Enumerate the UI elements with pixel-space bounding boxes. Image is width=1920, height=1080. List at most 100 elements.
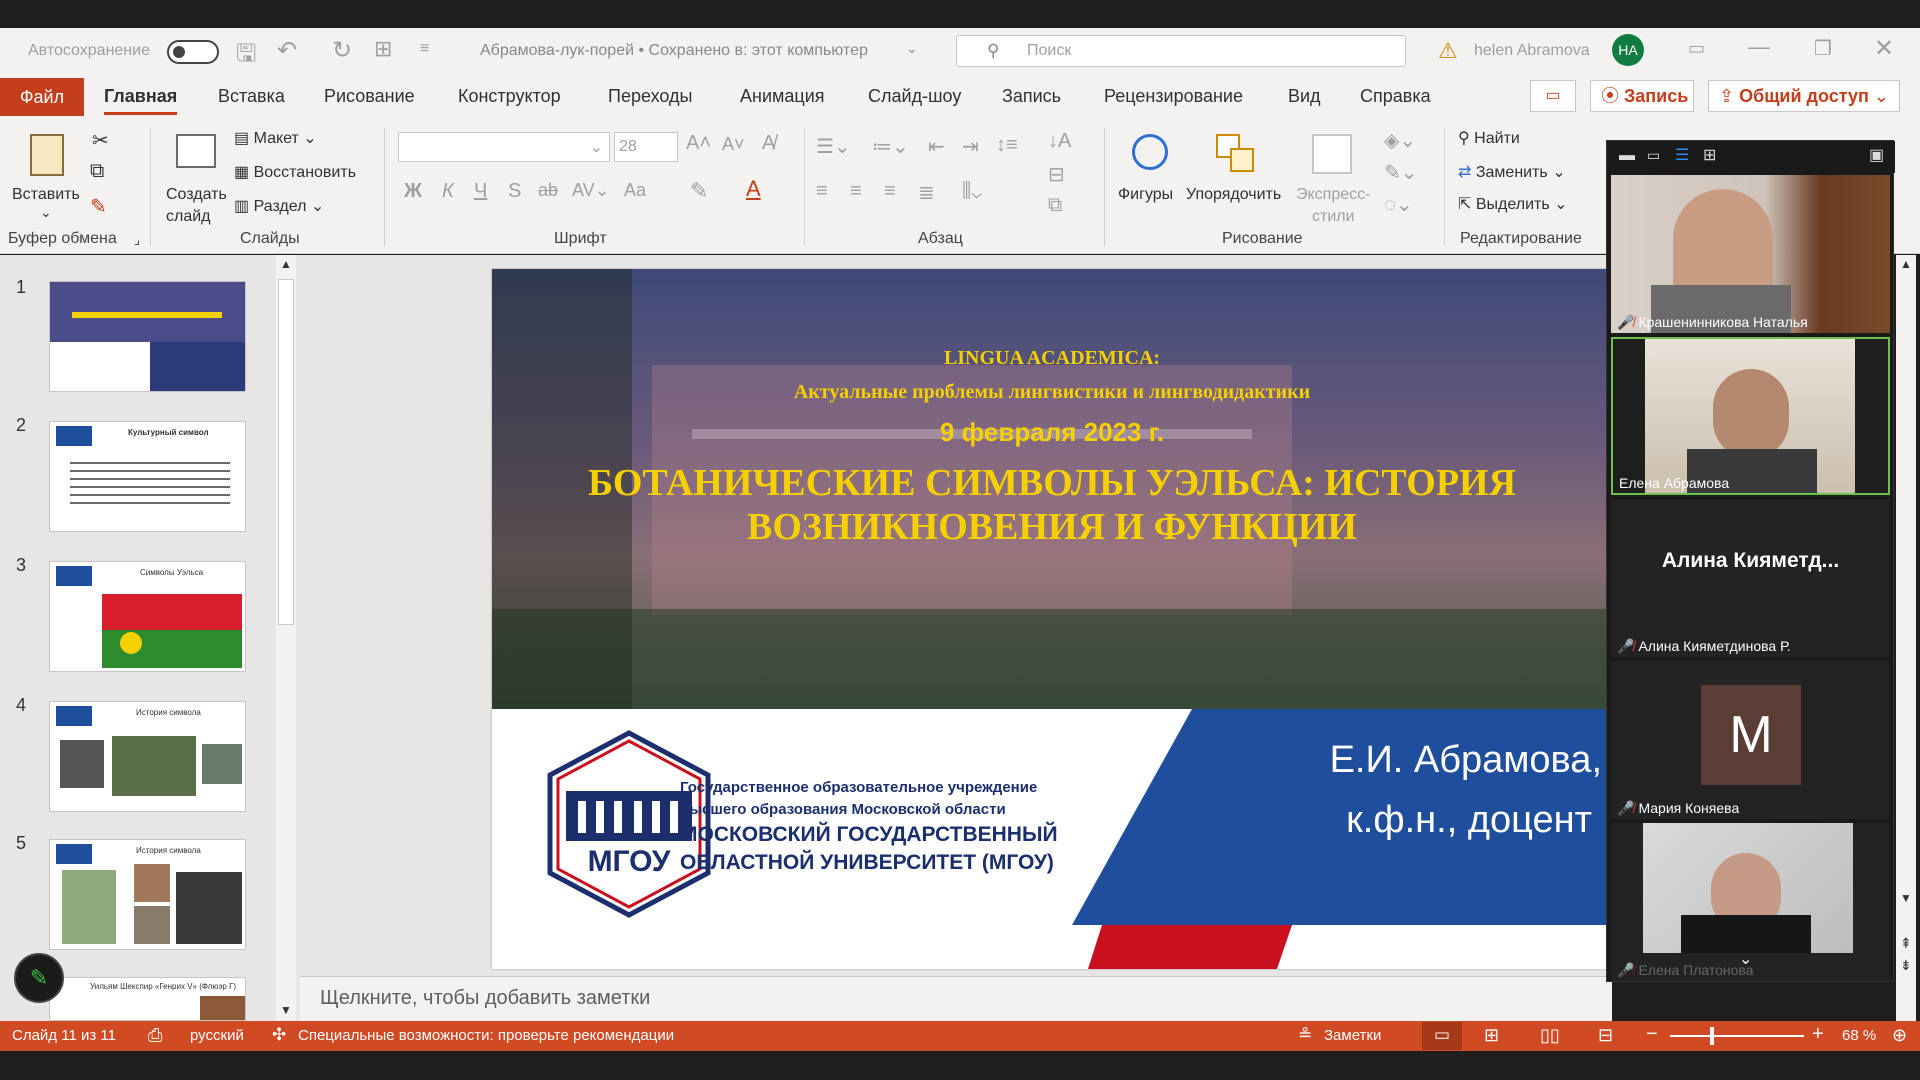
scroll-down-icon[interactable]: ▼ (1900, 891, 1912, 905)
shape-fill-icon[interactable]: ◈⌄ (1384, 128, 1416, 153)
smartart-icon[interactable]: ⧉ (1048, 194, 1062, 217)
align-text-icon[interactable]: ⊟ (1048, 162, 1065, 187)
autosave-toggle[interactable] (167, 40, 219, 64)
zoom-slider[interactable] (1670, 1027, 1804, 1045)
arrange-button[interactable]: Упорядочить (1186, 128, 1290, 224)
save-icon[interactable]: 🖫 (236, 36, 256, 77)
tab-design[interactable]: Конструктор (458, 86, 561, 107)
tab-slideshow[interactable]: Слайд-шоу (868, 86, 961, 107)
tab-file[interactable]: Файл (0, 78, 84, 116)
columns-icon[interactable]: ⫼⌄ (962, 180, 982, 203)
slide-thumbnail-5[interactable]: История символа (49, 839, 246, 950)
cut-icon[interactable]: ✂ (92, 128, 109, 153)
minimize-icon[interactable]: ▬ (1619, 147, 1635, 165)
align-center-icon[interactable]: ≡ (850, 180, 862, 203)
font-family-select[interactable]: ⌄ (398, 132, 610, 162)
restore-icon[interactable]: ❐ (1814, 36, 1832, 61)
change-case-button[interactable]: Aa (624, 180, 646, 201)
tab-help[interactable]: Справка (1360, 86, 1431, 107)
chevron-down-icon[interactable]: ⌄ (1739, 949, 1752, 969)
comments-button[interactable]: ▭ (1530, 80, 1576, 112)
slide-thumbnail-1[interactable] (49, 281, 246, 392)
accessibility-status[interactable]: Специальные возможности: проверьте реком… (298, 1027, 674, 1044)
speaker-view-icon[interactable]: ▭ (1647, 147, 1660, 164)
slide-thumbnail-4[interactable]: История символа (49, 701, 246, 812)
underline-button[interactable]: Ч (474, 180, 487, 203)
chevron-down-icon[interactable]: ⌄ (906, 40, 918, 57)
scroll-up-icon[interactable]: ▲ (1900, 257, 1912, 271)
strikethrough-icon[interactable]: ab (538, 180, 558, 201)
zoom-level[interactable]: 68 % (1842, 1027, 1876, 1044)
shadow-button[interactable]: S (508, 180, 521, 203)
bullets-icon[interactable]: ☰⌄ (816, 134, 851, 159)
next-slide-icon[interactable]: ⇟ (1900, 957, 1912, 974)
pen-tool-button[interactable]: ✎ (14, 953, 64, 1003)
participant-tile-4[interactable]: M 🎤̸ Мария Коняева (1611, 661, 1890, 819)
tab-review[interactable]: Рецензирование (1104, 86, 1243, 107)
user-name[interactable]: helen Abramova (1474, 42, 1590, 60)
font-color-icon[interactable]: A (746, 176, 761, 202)
fit-slide-icon[interactable]: ⊕ (1892, 1025, 1907, 1046)
tab-transitions[interactable]: Переходы (608, 86, 692, 107)
notes-icon[interactable]: ≗ (1298, 1025, 1312, 1045)
slide-thumbnail-6[interactable]: Уильям Шекспир «Генрих V» (Флюэр Г) (49, 977, 246, 1021)
new-slide-button[interactable]: Создать слайд (162, 128, 228, 225)
copy-icon[interactable]: ⧉ (90, 160, 104, 183)
justify-icon[interactable]: ≣ (918, 180, 935, 205)
spellcheck-icon[interactable]: ⎙ (148, 1025, 162, 1046)
close-icon[interactable]: ✕ (1874, 34, 1894, 63)
scroll-down-icon[interactable]: ▼ (280, 1003, 292, 1017)
language-indicator[interactable]: русский (190, 1027, 244, 1044)
thumbnails-scrollbar[interactable]: ▲ ▼ (276, 255, 296, 1021)
warning-icon[interactable]: ⚠ (1438, 38, 1458, 64)
participant-tile-1[interactable]: 🎤̸ Крашенинникова Наталья (1611, 175, 1890, 333)
undo-icon[interactable]: ↶ (277, 36, 297, 65)
tab-record[interactable]: Запись (1002, 86, 1061, 107)
tab-view[interactable]: Вид (1288, 86, 1321, 107)
zoom-out-icon[interactable]: − (1646, 1023, 1658, 1046)
popout-icon[interactable]: ▣ (1869, 145, 1884, 165)
slide-canvas[interactable]: LINGUA ACADEMICA: Актуальные проблемы ли… (492, 269, 1612, 969)
tab-home[interactable]: Главная (104, 86, 178, 115)
participant-tile-3[interactable]: Алина Кияметд... 🎤̸ Алина Кияметдинова Р. (1611, 499, 1890, 657)
replace-button[interactable]: ⇄ Заменить ⌄ (1458, 162, 1566, 182)
tab-insert[interactable]: Вставка (218, 86, 285, 107)
slide-thumbnail-3[interactable]: Символы Уэльса (49, 561, 246, 672)
bold-button[interactable]: Ж (404, 180, 422, 203)
paste-button[interactable]: Вставить ⌄ (12, 128, 82, 224)
scroll-up-icon[interactable]: ▲ (280, 257, 292, 271)
normal-view-button[interactable]: ▭ (1422, 1022, 1462, 1050)
numbering-icon[interactable]: ≔⌄ (872, 134, 909, 159)
char-spacing-icon[interactable]: AV⌄ (572, 180, 610, 201)
tab-draw[interactable]: Рисование (324, 86, 415, 107)
layout-button[interactable]: ▤ Макет ⌄ (234, 128, 317, 148)
align-right-icon[interactable]: ≡ (884, 180, 896, 203)
document-title[interactable]: Абрамова-лук-порей • Сохранено в: этот к… (480, 42, 868, 60)
gallery-view-icon[interactable]: ⊞ (1703, 145, 1716, 165)
line-spacing-icon[interactable]: ↕≡ (996, 134, 1018, 157)
grow-font-icon[interactable]: A˄ (686, 132, 711, 155)
search-box[interactable]: ⚲ Поиск (956, 35, 1406, 67)
strip-view-icon[interactable]: ☰ (1675, 145, 1689, 165)
increase-indent-icon[interactable]: ⇥ (962, 134, 979, 159)
format-painter-icon[interactable]: ✎ (90, 194, 107, 219)
editor-scrollbar[interactable]: ▲ ▼ ⇞ ⇟ (1896, 255, 1916, 1021)
customize-qat-icon[interactable]: ≡ (420, 40, 429, 58)
tab-animations[interactable]: Анимация (740, 86, 825, 107)
find-button[interactable]: ⚲ Найти (1458, 128, 1520, 148)
accessibility-icon[interactable]: ✣ (272, 1025, 286, 1045)
dialog-launcher-icon[interactable]: ⌟ (134, 232, 140, 248)
section-button[interactable]: ▥ Раздел ⌄ (234, 196, 324, 216)
zoom-in-icon[interactable]: + (1812, 1023, 1824, 1046)
highlight-icon[interactable]: ✎ (690, 178, 708, 204)
text-direction-icon[interactable]: ↓A (1048, 130, 1071, 153)
present-icon[interactable]: ⊞ (374, 36, 392, 62)
avatar[interactable]: НА (1612, 34, 1644, 66)
reading-view-icon[interactable]: ▯▯ (1540, 1025, 1560, 1046)
participant-tile-2[interactable]: Елена Абрамова (1611, 337, 1890, 495)
italic-button[interactable]: К (442, 180, 454, 203)
decrease-indent-icon[interactable]: ⇤ (928, 134, 945, 159)
slide-thumbnail-2[interactable]: Культурный символ (49, 421, 246, 532)
shapes-button[interactable]: Фигуры (1116, 128, 1184, 224)
shape-effects-icon[interactable]: ◌⌄ (1384, 192, 1413, 217)
